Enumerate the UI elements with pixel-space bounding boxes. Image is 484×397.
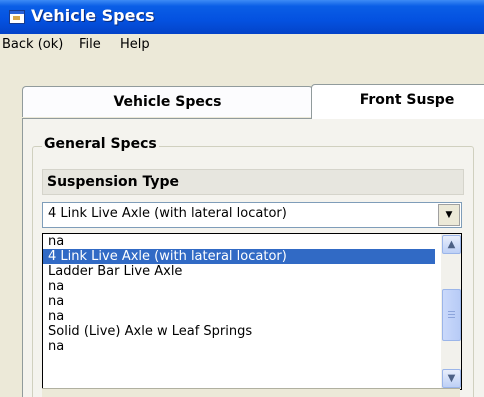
chevron-up-icon[interactable]: ▲: [442, 235, 461, 254]
title-bar[interactable]: Vehicle Specs: [0, 0, 484, 34]
grip-line: [448, 317, 455, 318]
tab-front-suspension[interactable]: Front Suspe: [311, 84, 484, 119]
window-title: Vehicle Specs: [31, 6, 155, 25]
grip-line: [448, 314, 455, 315]
menu-back-ok[interactable]: Back (ok): [2, 37, 63, 52]
suspension-type-label: Suspension Type: [42, 169, 464, 195]
combobox-value: 4 Link Live Axle (with lateral locator): [48, 206, 287, 221]
list-item[interactable]: Solid (Live) Axle w Leaf Springs: [43, 324, 435, 339]
grip-line: [448, 311, 455, 312]
scroll-thumb[interactable]: [442, 289, 461, 341]
menu-help[interactable]: Help: [120, 37, 150, 52]
chevron-down-icon[interactable]: ▼: [438, 204, 460, 226]
dropdown-scrollbar[interactable]: ▲ ▼: [441, 234, 461, 389]
suspension-type-combobox[interactable]: 4 Link Live Axle (with lateral locator) …: [42, 202, 462, 228]
list-item[interactable]: na: [43, 339, 435, 354]
tab-strip: Vehicle Specs Front Suspe: [0, 56, 484, 126]
tab-vehicle-specs[interactable]: Vehicle Specs: [22, 86, 313, 117]
chevron-down-icon[interactable]: ▼: [442, 369, 461, 388]
group-label: General Specs: [42, 136, 159, 152]
list-item[interactable]: Ladder Bar Live Axle: [43, 264, 435, 279]
suspension-type-dropdown-list: na 4 Link Live Axle (with lateral locato…: [42, 233, 462, 390]
menu-bar: Back (ok) File Help: [0, 34, 484, 56]
list-item[interactable]: na: [43, 309, 435, 324]
list-item[interactable]: na: [43, 279, 435, 294]
window-app-icon[interactable]: [9, 10, 25, 24]
main-window: Vehicle Specs Back (ok) File Help Vehicl…: [0, 0, 484, 397]
bottom-controls-strip: [42, 388, 460, 397]
list-item[interactable]: na: [43, 294, 435, 309]
list-item[interactable]: na: [43, 234, 435, 249]
list-item-selected[interactable]: 4 Link Live Axle (with lateral locator): [43, 249, 435, 264]
menu-file[interactable]: File: [79, 37, 101, 52]
